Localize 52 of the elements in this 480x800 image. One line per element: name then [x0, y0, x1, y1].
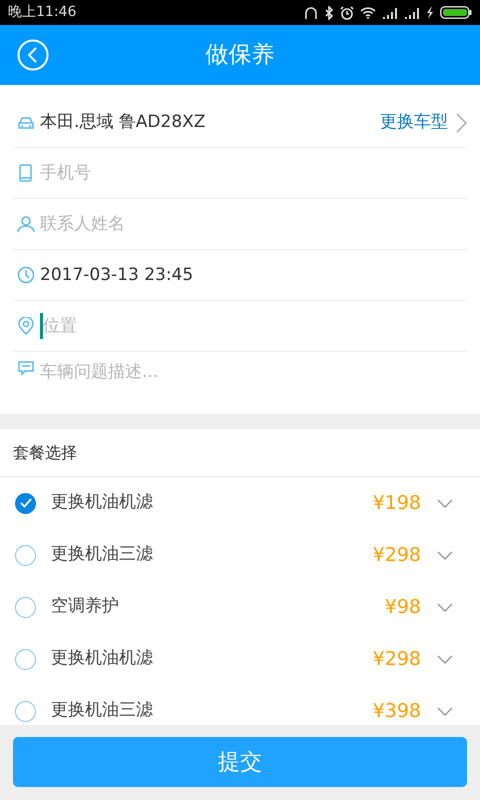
radio-button[interactable]	[15, 492, 36, 514]
package-name: 空调养护	[51, 595, 120, 618]
vehicle-name: 本田.思域 鲁AD28XZ	[40, 110, 206, 134]
battery-icon	[440, 6, 472, 19]
signal-icon	[382, 6, 398, 18]
headphones-icon	[304, 6, 318, 20]
radio-button[interactable]	[15, 648, 36, 670]
package-name: 更换机油机滤	[51, 491, 154, 514]
chevron-right-icon	[456, 112, 467, 132]
chevron-down-icon	[437, 706, 453, 716]
package-item[interactable]: 空调养护 ¥98	[0, 581, 480, 633]
car-icon	[17, 114, 35, 130]
description-field[interactable]: 车辆问题描述...	[40, 359, 467, 385]
chevron-down-icon	[437, 498, 453, 508]
package-item[interactable]: 更换机油三滤 ¥398	[0, 685, 480, 725]
message-icon	[17, 359, 35, 377]
signal-icon	[404, 6, 420, 18]
checkmark-icon	[20, 498, 32, 508]
package-item[interactable]: 更换机油机滤 ¥198	[0, 477, 480, 529]
radio-button[interactable]	[15, 544, 36, 566]
status-time: 晚上11:46	[8, 3, 76, 22]
phone-icon	[17, 164, 35, 182]
chevron-down-icon	[437, 602, 453, 612]
package-item[interactable]: 更换机油三滤 ¥298	[0, 529, 480, 581]
location-field[interactable]: 位置	[40, 313, 467, 339]
page-title: 做保养	[206, 40, 274, 70]
package-price: ¥98	[384, 594, 421, 620]
package-price: ¥398	[372, 698, 421, 724]
charging-icon	[426, 6, 434, 19]
package-price: ¥198	[372, 490, 421, 516]
radio-button[interactable]	[15, 700, 36, 722]
package-name: 更换机油机滤	[51, 647, 154, 670]
back-button[interactable]	[17, 39, 49, 71]
phone-field[interactable]: 手机号	[40, 160, 467, 186]
package-item[interactable]: 更换机油机滤 ¥298	[0, 633, 480, 685]
radio-button[interactable]	[15, 596, 36, 618]
section-title: 套餐选择	[13, 442, 77, 464]
wifi-icon	[360, 6, 376, 19]
location-pin-icon	[17, 317, 35, 335]
package-price: ¥298	[372, 542, 421, 568]
person-icon	[17, 215, 35, 233]
package-price: ¥298	[372, 646, 421, 672]
bluetooth-icon	[324, 6, 334, 20]
package-name: 更换机油三滤	[51, 699, 154, 722]
time-field[interactable]: 2017-03-13 23:45	[40, 262, 467, 288]
person-field[interactable]: 联系人姓名	[40, 211, 467, 237]
alarm-icon	[340, 6, 354, 20]
chevron-down-icon	[437, 550, 453, 560]
package-name: 更换机油三滤	[51, 543, 154, 566]
chevron-down-icon	[437, 654, 453, 664]
change-vehicle-link[interactable]: 更换车型	[380, 110, 467, 136]
clock-icon	[17, 266, 35, 284]
